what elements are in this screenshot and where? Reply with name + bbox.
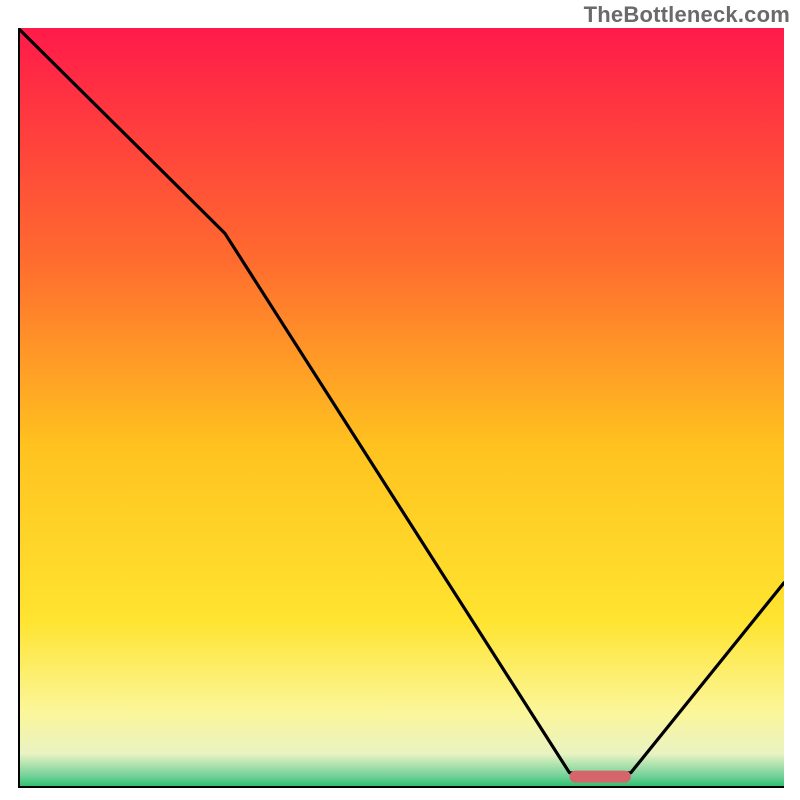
watermark-label: TheBottleneck.com — [584, 2, 790, 28]
chart-container: TheBottleneck.com — [0, 0, 800, 800]
optimal-range-marker — [570, 771, 631, 783]
bottleneck-chart — [18, 28, 784, 788]
